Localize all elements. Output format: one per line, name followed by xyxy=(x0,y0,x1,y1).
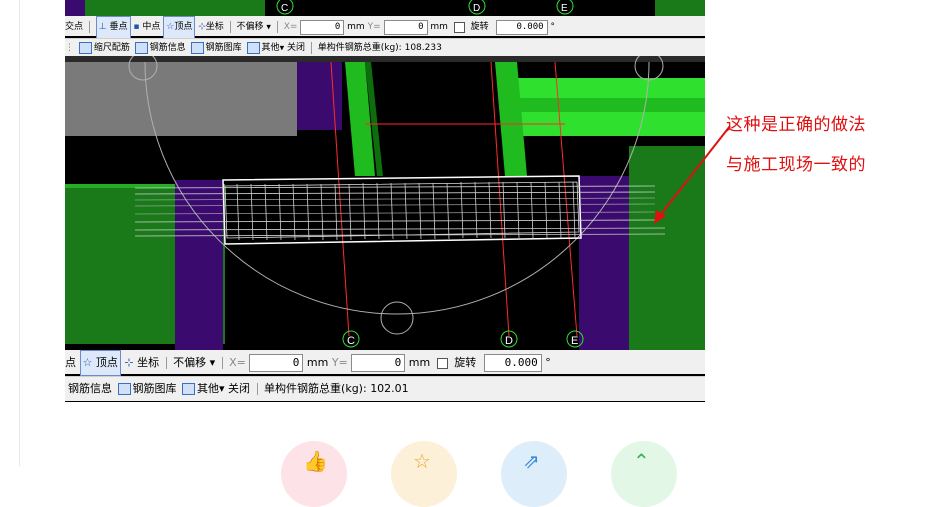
y-input[interactable]: 0 xyxy=(383,19,428,35)
arrow-up-icon: ⌃ xyxy=(633,449,650,473)
rebar-toolbar-top: ⋮ 缩尺配筋 钢筋信息 钢筋图库 其他▾ 关闭 单构件钢筋总重(kg): 108… xyxy=(65,38,705,57)
other-menu[interactable]: 其他▾ xyxy=(245,39,284,58)
ruler-icon[interactable]: ⋮ xyxy=(65,39,74,57)
coordinate-icon-bottom: ⊹ xyxy=(124,356,134,369)
coordinate-icon: ⊹ xyxy=(198,22,206,32)
perpendicular-icon: ⊥ xyxy=(98,22,107,32)
other-icon xyxy=(246,42,260,54)
offset-mode-select-bottom[interactable]: 不偏移 ▾ xyxy=(173,351,215,375)
x-label-bottom: X= xyxy=(229,356,246,369)
axis-label-c-bottom: C xyxy=(347,335,355,347)
viewport-top-strip: C D E xyxy=(65,0,705,16)
snap-toolbar-bottom: 点 ☆ 顶点 ⊹ 坐标 不偏移 ▾ X= 0 mm Y= 0 mm 旋转 0.0… xyxy=(65,350,705,376)
share-icon: ⇗ xyxy=(523,449,540,473)
snap-vertex-button-bottom[interactable]: ☆ 顶点 xyxy=(79,350,121,376)
total-weight-label-bottom: 单构件钢筋总重(kg): xyxy=(264,382,367,395)
rebar-info-button-bottom[interactable]: 钢筋信息 xyxy=(68,377,112,401)
degree-label-bottom: ° xyxy=(545,356,551,369)
x-unit: mm xyxy=(347,22,365,33)
vertex-icon: ☆ xyxy=(166,22,175,32)
rebar-library-button-bottom[interactable]: 钢筋图库 xyxy=(116,377,177,401)
rebar-library-icon-bottom xyxy=(117,383,131,395)
y-unit: mm xyxy=(430,22,448,33)
thumb-up-icon: 👍 xyxy=(303,449,328,473)
close-button-bottom[interactable]: 关闭 xyxy=(228,377,250,401)
scale-reinforcement-button[interactable]: 缩尺配筋 xyxy=(77,39,130,58)
total-weight-value-bottom: 102.01 xyxy=(370,382,409,395)
like-button[interactable]: 👍 xyxy=(281,441,347,507)
scale-rebar-icon xyxy=(78,42,92,54)
other-icon-bottom xyxy=(182,383,195,395)
rebar-info-button[interactable]: 钢筋信息 xyxy=(133,39,186,58)
snap-vertex-partial[interactable]: 点 xyxy=(65,351,76,375)
x-input-bottom[interactable]: 0 xyxy=(249,354,304,372)
rotate-input-bottom[interactable]: 0.000 xyxy=(483,354,542,372)
annotation-arrow xyxy=(654,125,731,224)
total-weight-value: 108.233 xyxy=(404,43,442,54)
rotate-checkbox-bottom[interactable] xyxy=(436,357,448,369)
rebar-info-icon xyxy=(134,42,148,54)
rotate-input[interactable]: 0.000 xyxy=(495,19,548,35)
other-menu-bottom[interactable]: 其他▾ xyxy=(180,377,225,401)
cad-viewport[interactable]: C D E xyxy=(65,56,705,350)
snap-toolbar-top: 交点 ⊥ 垂点 ▪ 中点 ☆顶点 ⊹坐标 不偏移 ▾ X= 0 mm Y= 0 … xyxy=(65,16,705,39)
degree-label: ° xyxy=(550,22,555,33)
offset-mode-select[interactable]: 不偏移 ▾ xyxy=(237,17,271,38)
share-button[interactable]: ⇗ xyxy=(501,441,567,507)
midpoint-icon: ▪ xyxy=(133,22,140,32)
close-button[interactable]: 关闭 xyxy=(287,39,305,57)
rebar-toolbar-bottom: 钢筋信息 钢筋图库 其他▾ 关闭 单构件钢筋总重(kg): 102.01 xyxy=(65,376,705,401)
total-weight-label: 单构件钢筋总重(kg): xyxy=(317,43,402,54)
rotate-checkbox[interactable] xyxy=(453,21,465,33)
snap-vertex-button[interactable]: ☆顶点 xyxy=(163,16,196,39)
x-unit-bottom: mm xyxy=(306,356,329,369)
rotate-label: 旋转 xyxy=(470,22,489,33)
snap-midpoint-button[interactable]: ▪ 中点 xyxy=(133,17,160,38)
y-label-bottom: Y= xyxy=(331,356,348,369)
coordinate-button-bottom[interactable]: ⊹ 坐标 xyxy=(124,351,159,375)
x-label: X= xyxy=(283,22,298,33)
axis-label-d: D xyxy=(473,3,480,14)
snap-intersection-button[interactable]: 交点 xyxy=(65,17,83,37)
rebar-library-button[interactable]: 钢筋图库 xyxy=(189,39,242,58)
y-input-bottom[interactable]: 0 xyxy=(351,354,406,372)
content-divider xyxy=(19,0,20,466)
y-unit-bottom: mm xyxy=(408,356,431,369)
coordinate-button[interactable]: ⊹坐标 xyxy=(198,17,224,38)
cad-screenshot: C D E 交点 ⊥ 垂点 ▪ 中点 ☆顶点 ⊹坐标 不偏移 ▾ X= 0 mm… xyxy=(65,0,705,402)
rotate-label-bottom: 旋转 xyxy=(454,356,477,369)
star-icon: ☆ xyxy=(413,449,431,473)
axis-label-e-bottom: E xyxy=(571,335,578,347)
axis-label-e: E xyxy=(561,3,568,14)
snap-perpendicular-button[interactable]: ⊥ 垂点 xyxy=(95,16,131,39)
rebar-library-icon xyxy=(190,42,204,54)
vertex-icon-bottom: ☆ xyxy=(82,356,93,369)
y-label: Y= xyxy=(367,22,381,33)
axis-label-d-bottom: D xyxy=(505,335,513,347)
top-button[interactable]: ⌃ xyxy=(611,441,677,507)
axis-label-c: C xyxy=(281,3,288,14)
x-input[interactable]: 0 xyxy=(300,19,345,35)
favorite-button[interactable]: ☆ xyxy=(391,441,457,507)
